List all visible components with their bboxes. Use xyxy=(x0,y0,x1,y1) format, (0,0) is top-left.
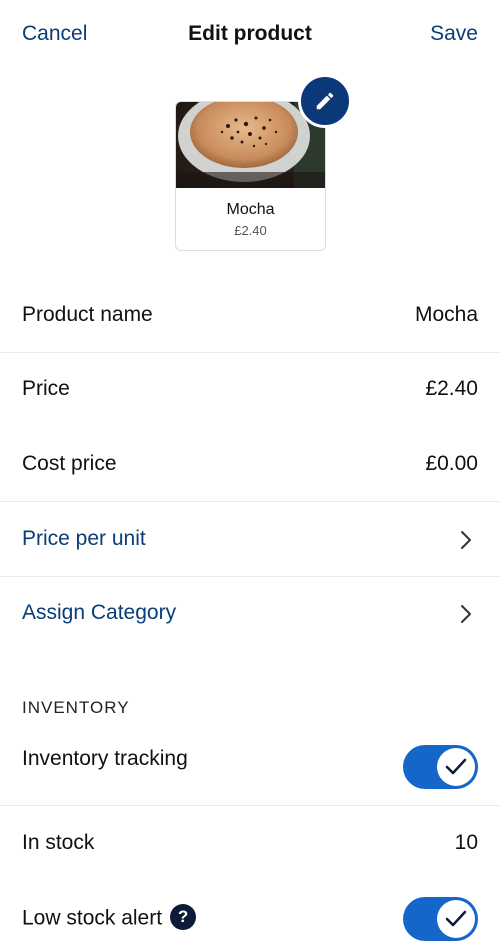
cancel-button[interactable]: Cancel xyxy=(22,22,87,46)
price-value[interactable]: £2.40 xyxy=(425,377,478,401)
inventory-tracking-label: Inventory tracking xyxy=(22,747,188,770)
assign-category-row[interactable]: Assign Category xyxy=(0,601,500,631)
chevron-right-icon xyxy=(461,531,471,549)
toggle-knob xyxy=(437,900,475,938)
divider xyxy=(0,501,500,502)
nav-bar: Cancel Edit product Save xyxy=(0,0,500,72)
product-card-price: £2.40 xyxy=(234,223,267,238)
divider xyxy=(0,805,500,806)
inventory-tracking-toggle[interactable] xyxy=(403,745,478,789)
chevron-right-icon xyxy=(461,605,471,623)
save-button[interactable]: Save xyxy=(430,22,478,46)
cost-price-value[interactable]: £0.00 xyxy=(425,452,478,476)
pencil-icon xyxy=(316,92,334,110)
toggle-knob xyxy=(437,748,475,786)
cost-price-label: Cost price xyxy=(22,452,117,475)
price-label: Price xyxy=(22,377,70,400)
divider xyxy=(0,576,500,577)
low-stock-alert-label: Low stock alert xyxy=(22,906,163,930)
assign-category-label: Assign Category xyxy=(22,601,177,624)
help-icon[interactable]: ? xyxy=(170,904,197,930)
checkmark-icon xyxy=(445,910,467,927)
product-card[interactable]: Mocha £2.40 xyxy=(175,101,326,251)
price-per-unit-label: Price per unit xyxy=(22,527,146,550)
inventory-section-title: INVENTORY xyxy=(22,698,130,717)
low-stock-alert-toggle[interactable] xyxy=(403,897,478,941)
price-per-unit-row[interactable]: Price per unit xyxy=(0,527,500,557)
low-stock-alert-label-group: Low stock alert? xyxy=(22,904,197,932)
edit-image-button[interactable] xyxy=(298,74,352,128)
in-stock-value[interactable]: 10 xyxy=(455,831,478,855)
in-stock-label: In stock xyxy=(22,831,95,854)
product-name-value[interactable]: Mocha xyxy=(415,303,478,327)
divider xyxy=(0,352,500,353)
product-name-label: Product name xyxy=(22,303,153,326)
product-card-name: Mocha xyxy=(226,201,275,218)
checkmark-icon xyxy=(445,758,467,775)
